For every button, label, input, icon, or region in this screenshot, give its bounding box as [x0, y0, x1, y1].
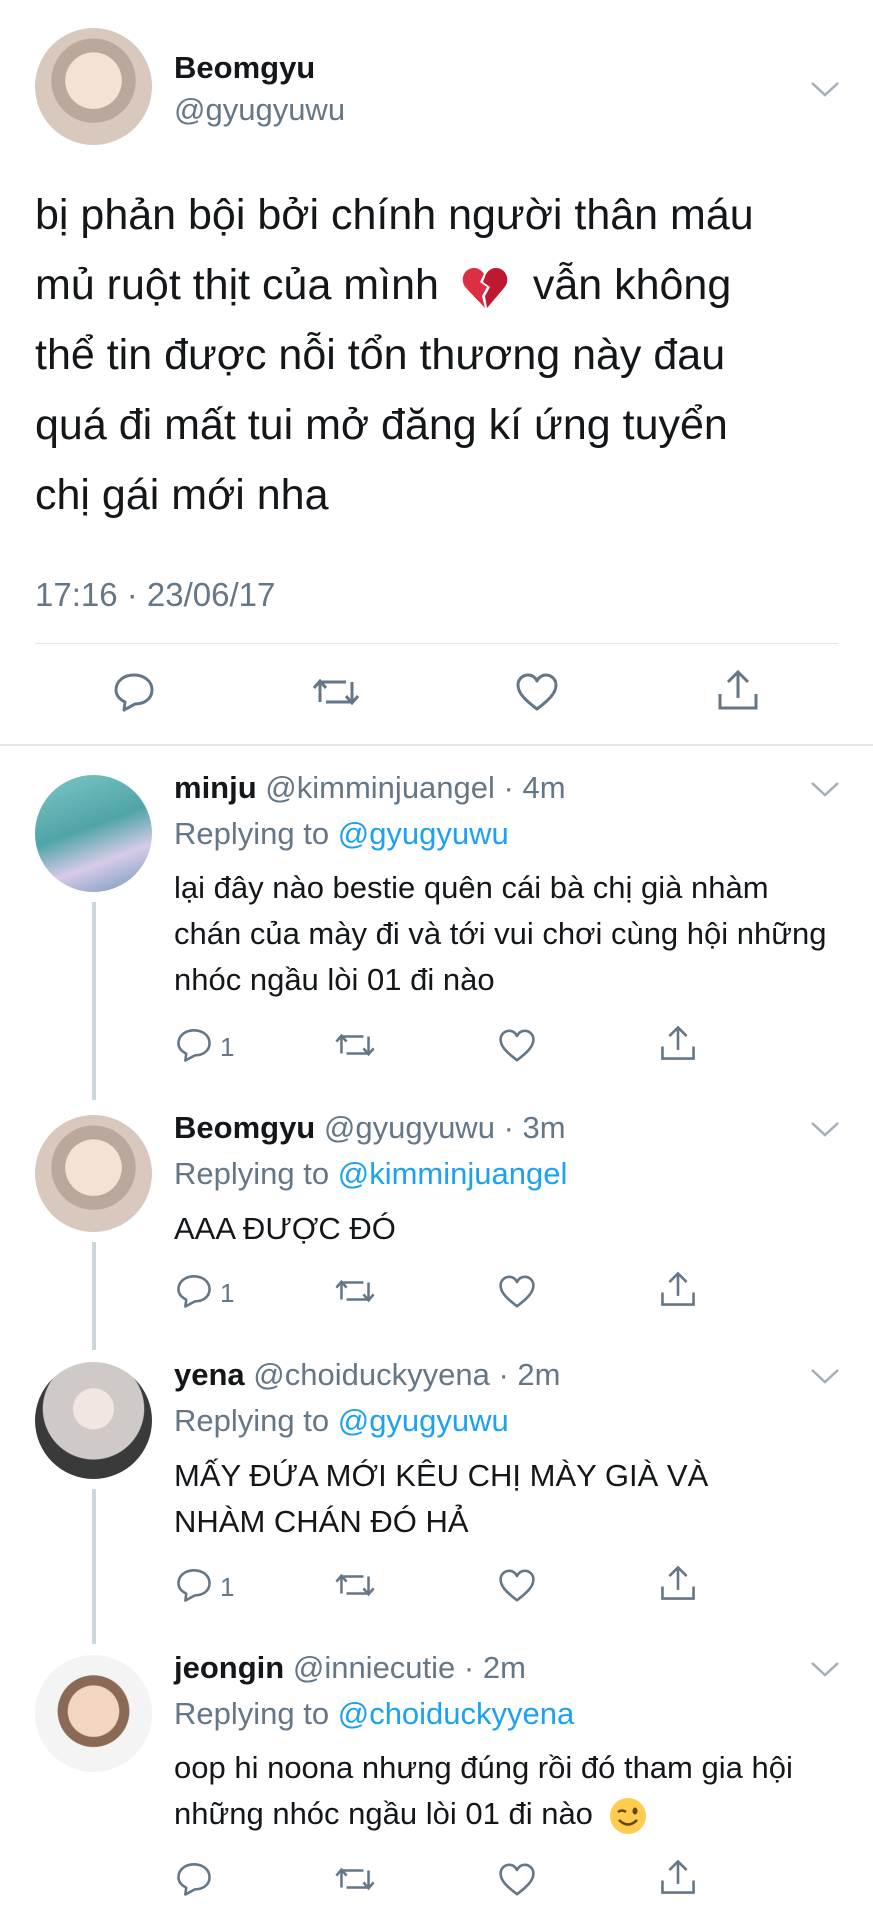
main-author-handle[interactable]: @gyugyuwu [174, 92, 345, 128]
reply-author-name[interactable]: minju [174, 770, 257, 805]
reply-count: 1 [220, 1032, 235, 1062]
reply-time: · 2m [498, 1357, 561, 1392]
retweet-button[interactable] [310, 672, 362, 712]
main-timestamp[interactable]: 17:16 · 23/06/17 [35, 576, 275, 614]
reply-time: · 2m [463, 1650, 526, 1685]
main-divider [35, 643, 838, 644]
thread-line [92, 1242, 96, 1350]
reply-time: · 4m [503, 770, 566, 805]
reply-text: oop hi noona nhưng đúng rồi đó tham gia … [174, 1745, 859, 1837]
retweet-icon [335, 1033, 375, 1057]
chevron-down-icon[interactable] [810, 1120, 840, 1138]
reply-header[interactable]: Beomgyu @gyugyuwu · 3m [174, 1110, 566, 1146]
comment-icon [114, 673, 154, 712]
replying-to-link[interactable]: @kimminjuangel [338, 1156, 568, 1191]
winking-face-icon [609, 1797, 646, 1834]
reply-button[interactable] [175, 1860, 213, 1898]
reply-author-name[interactable]: yena [174, 1357, 245, 1392]
replying-to: Replying to @choiduckyyena [174, 1696, 575, 1731]
share-icon [661, 1859, 695, 1894]
like-button[interactable] [498, 1568, 536, 1603]
reply-author-handle[interactable]: @inniecutie [293, 1650, 455, 1685]
reply-header[interactable]: jeongin @inniecutie · 2m [174, 1650, 526, 1686]
reply-author-name[interactable]: Beomgyu [174, 1110, 315, 1145]
main-avatar[interactable] [35, 28, 152, 145]
heart-icon [499, 1275, 535, 1308]
chevron-down-icon[interactable] [810, 1367, 840, 1385]
share-button[interactable] [716, 668, 760, 712]
share-button[interactable] [659, 1564, 697, 1602]
retweet-icon [335, 1279, 375, 1303]
thread-line [92, 1489, 96, 1644]
replying-to: Replying to @gyugyuwu [174, 1403, 509, 1438]
retweet-icon [312, 678, 360, 706]
reply-button[interactable] [112, 670, 156, 714]
share-icon [661, 1271, 695, 1306]
retweet-icon [335, 1573, 375, 1597]
chevron-down-icon[interactable] [810, 80, 840, 98]
reply-text: MẤY ĐỨA MỚI KÊU CHỊ MÀY GIÀ VÀ NHÀM CHÁN… [174, 1458, 709, 1539]
main-author-name[interactable]: Beomgyu [174, 50, 315, 86]
section-divider [0, 744, 873, 746]
broken-heart-icon [462, 267, 508, 308]
reply-avatar[interactable] [35, 775, 152, 892]
retweet-button[interactable] [333, 1862, 377, 1896]
like-button[interactable] [498, 1028, 536, 1063]
comment-icon [177, 1863, 211, 1896]
reply-avatar[interactable] [35, 1362, 152, 1479]
reply-text: AAA ĐƯỢC ĐÓ [174, 1211, 396, 1246]
share-icon [661, 1025, 695, 1060]
heart-icon [516, 673, 558, 711]
share-button[interactable] [659, 1858, 697, 1896]
like-button[interactable] [515, 672, 559, 712]
main-tweet-text: bị phản bội bởi chính người thân máu mủ … [35, 191, 754, 519]
reply-text: lại đây nào bestie quên cái bà chị già n… [174, 870, 827, 997]
replying-to: Replying to @kimminjuangel [174, 1156, 568, 1191]
heart-icon [499, 1863, 535, 1896]
reply-time: · 3m [503, 1110, 566, 1145]
retweet-button[interactable] [333, 1028, 377, 1062]
chevron-down-icon[interactable] [810, 1660, 840, 1678]
reply-author-handle[interactable]: @choiduckyyena [253, 1357, 490, 1392]
replying-to-link[interactable]: @gyugyuwu [338, 1403, 509, 1438]
comment-icon [177, 1029, 211, 1062]
reply-avatar[interactable] [35, 1115, 152, 1232]
share-icon [718, 669, 758, 710]
reply-button[interactable] [175, 1272, 213, 1310]
like-button[interactable] [498, 1862, 536, 1897]
retweet-button[interactable] [333, 1274, 377, 1308]
reply-count: 1 [220, 1572, 235, 1602]
like-button[interactable] [498, 1274, 536, 1309]
replying-to: Replying to @gyugyuwu [174, 816, 509, 851]
retweet-icon [335, 1867, 375, 1891]
reply-text-content: oop hi noona nhưng đúng rồi đó tham gia … [174, 1750, 793, 1831]
replying-to-link[interactable]: @gyugyuwu [338, 816, 509, 851]
comment-icon [177, 1569, 211, 1602]
reply-author-handle[interactable]: @gyugyuwu [324, 1110, 495, 1145]
replying-to-link[interactable]: @choiduckyyena [338, 1696, 575, 1731]
reply-author-name[interactable]: jeongin [174, 1650, 284, 1685]
share-icon [661, 1565, 695, 1600]
chevron-down-icon[interactable] [810, 780, 840, 798]
heart-icon [499, 1569, 535, 1602]
reply-button[interactable] [175, 1026, 213, 1064]
thread-line [92, 902, 96, 1100]
main-tweet-text-segment: mủ ruột thịt của mình [35, 261, 439, 309]
reply-author-handle[interactable]: @kimminjuangel [265, 770, 495, 805]
heart-icon [499, 1029, 535, 1062]
reply-button[interactable] [175, 1566, 213, 1604]
reply-avatar[interactable] [35, 1655, 152, 1772]
reply-count: 1 [220, 1278, 235, 1308]
main-tweet-text-segment: vẫn không [532, 261, 732, 309]
comment-icon [177, 1275, 211, 1308]
reply-header[interactable]: minju @kimminjuangel · 4m [174, 770, 566, 806]
share-button[interactable] [659, 1270, 697, 1308]
share-button[interactable] [659, 1024, 697, 1062]
retweet-button[interactable] [333, 1568, 377, 1602]
reply-header[interactable]: yena @choiduckyyena · 2m [174, 1357, 560, 1393]
